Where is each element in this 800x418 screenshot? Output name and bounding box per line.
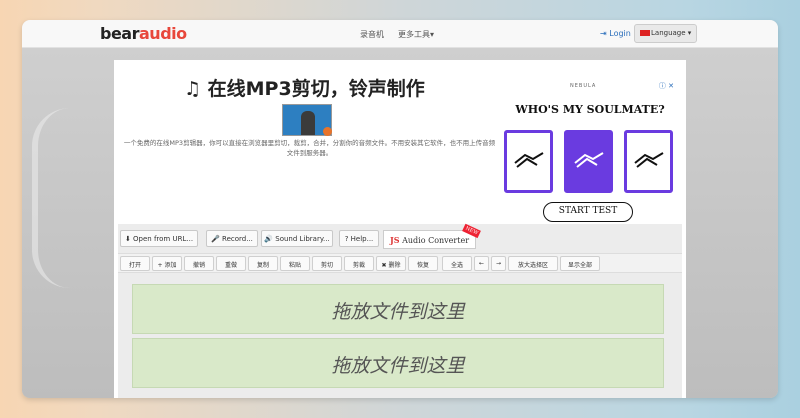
drop-zone-2[interactable]: 拖放文件到这里 (132, 338, 664, 388)
nav-link-recorder[interactable]: 录音机 (360, 29, 384, 40)
help-button[interactable]: ? Help... (339, 230, 379, 247)
show-all-button[interactable]: 显示全部 (560, 256, 600, 271)
audio-converter-label: Audio Converter (399, 236, 470, 245)
browser-frame: bearaudio 录音机 更多工具▾ ⇥ Login Language ▾ ♫… (22, 20, 778, 398)
ad-brand: NEBULA (570, 83, 597, 89)
ad-card-right[interactable] (624, 130, 673, 193)
record-button[interactable]: 🎤 Record... (206, 230, 258, 247)
paste-button[interactable]: 粘贴 (280, 256, 310, 271)
login-label: Login (609, 29, 631, 38)
language-dropdown[interactable]: Language ▾ (634, 24, 697, 43)
select-all-button[interactable]: 全选 (442, 256, 472, 271)
nav-link-more-tools[interactable]: 更多工具▾ (398, 29, 434, 40)
trim-button[interactable]: 剪裁 (344, 256, 374, 271)
edit-toolbar: 打开 + 添加 撤销 重做 复制 粘贴 剪切 剪裁 ✖ 删除 恢复 全选 ← →… (118, 253, 682, 273)
add-button[interactable]: + 添加 (152, 256, 182, 271)
logo-text-bear: bear (100, 24, 140, 43)
undo-button[interactable]: 撤销 (184, 256, 214, 271)
ad-headline: WHO'S MY SOULMATE? (515, 103, 665, 116)
language-label: Language ▾ (651, 29, 692, 37)
open-button[interactable]: 打开 (120, 256, 150, 271)
ad-card-middle[interactable] (564, 130, 613, 193)
redo-button[interactable]: 重做 (216, 256, 246, 271)
main-content: ♫ 在线MP3剪切，铃声制作 一个免费的在线MP3剪辑器，你可以直接在浏览器里剪… (114, 60, 686, 398)
delete-button[interactable]: ✖ 删除 (376, 256, 406, 271)
handshake-icon (634, 152, 664, 168)
advertisement[interactable]: NEBULA ⓘ ✕ WHO'S MY SOULMATE? START TEST (500, 80, 680, 230)
login-icon: ⇥ (600, 29, 610, 38)
ad-card-left[interactable] (504, 130, 553, 193)
top-navbar: bearaudio 录音机 更多工具▾ ⇥ Login Language ▾ (22, 20, 778, 48)
move-left-button[interactable]: ← (474, 256, 489, 271)
video-thumbnail[interactable] (282, 104, 332, 136)
play-icon (323, 127, 332, 136)
restore-button[interactable]: 恢复 (408, 256, 438, 271)
flag-icon (640, 30, 650, 36)
handshake-icon (514, 152, 544, 168)
cut-button[interactable]: 剪切 (312, 256, 342, 271)
page-title: ♫ 在线MP3剪切，铃声制作 (184, 78, 425, 100)
editor-area: ⬇ Open from URL... 🎤 Record... 🔊 Sound L… (118, 223, 682, 398)
js-label: JS (390, 235, 400, 245)
site-logo[interactable]: bearaudio (100, 24, 187, 43)
js-audio-converter-button[interactable]: JS Audio Converter NEW (383, 223, 481, 249)
open-from-url-button[interactable]: ⬇ Open from URL... (120, 230, 198, 247)
drop-zone-1[interactable]: 拖放文件到这里 (132, 284, 664, 334)
move-right-button[interactable]: → (491, 256, 506, 271)
logo-text-audio: audio (139, 24, 187, 43)
start-test-button[interactable]: START TEST (543, 202, 633, 222)
sound-library-button[interactable]: 🔊 Sound Library... (261, 230, 333, 247)
zoom-selection-button[interactable]: 放大选择区 (508, 256, 558, 271)
page-description: 一个免费的在线MP3剪辑器，你可以直接在浏览器里剪切，裁剪，合并，分割你的音频文… (123, 139, 496, 157)
handshake-icon (574, 152, 604, 168)
ad-close-icon[interactable]: ⓘ ✕ (659, 81, 674, 91)
copy-button[interactable]: 复制 (248, 256, 278, 271)
login-link[interactable]: ⇥ Login (600, 29, 631, 38)
